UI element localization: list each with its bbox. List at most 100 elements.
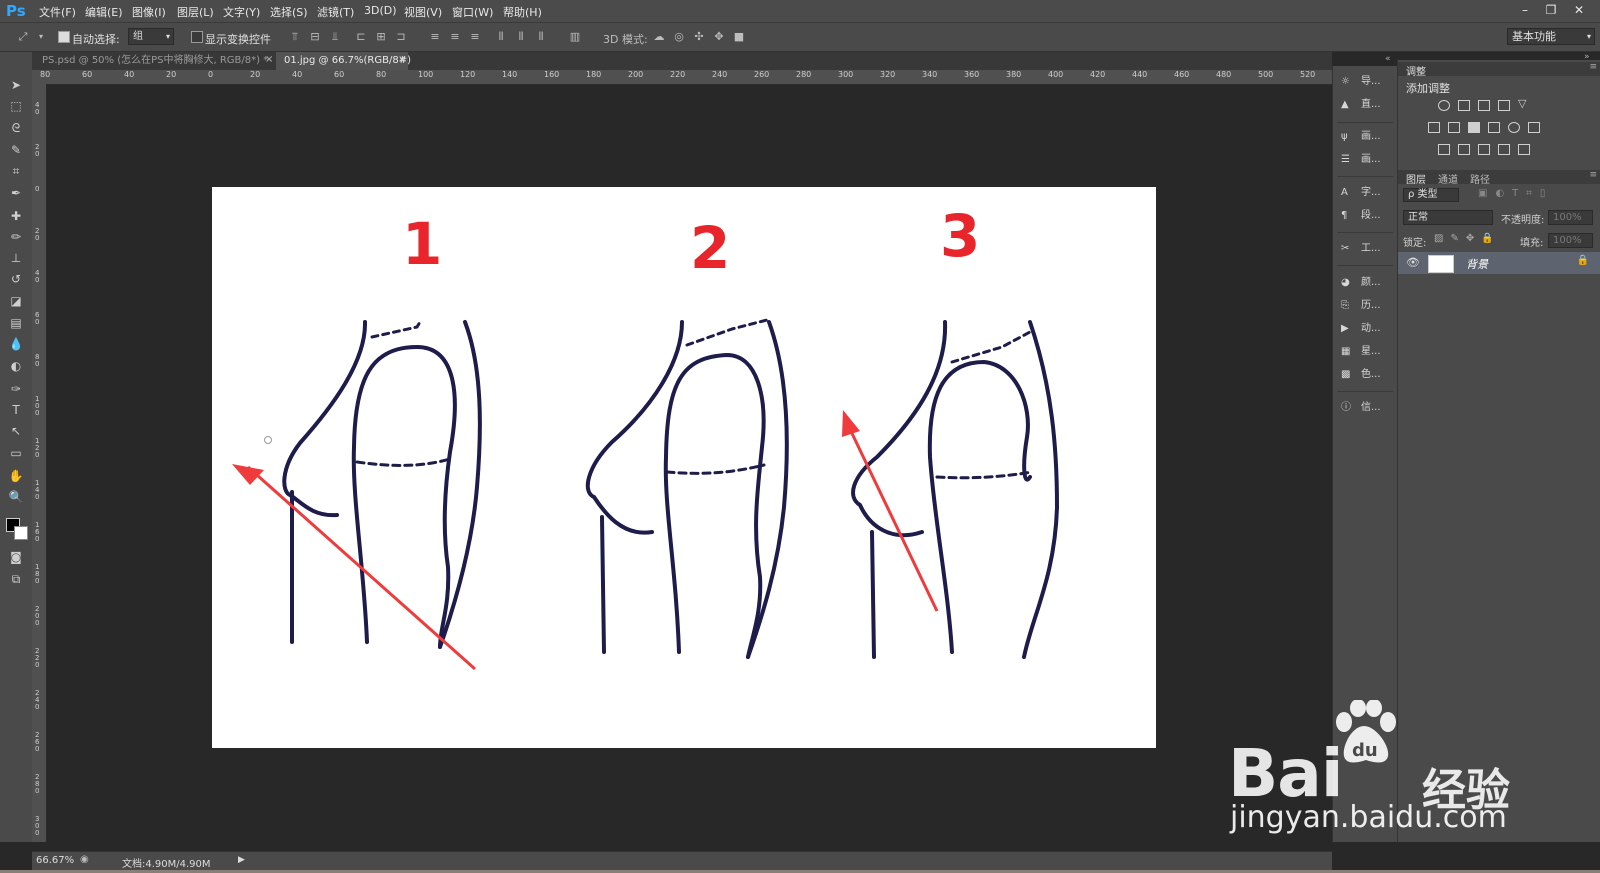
tab-01-jpg[interactable]: 01.jpg @ 66.7%(RGB/8#) [276,52,411,70]
close-icon[interactable]: × [398,54,406,65]
quick-select-tool-icon[interactable]: ✎ [6,141,26,159]
move-tool-icon[interactable]: ⤢ [16,30,30,44]
workspace-dropdown[interactable]: 基本功能 ▾ [1507,28,1595,45]
clone-stamp-tool-icon[interactable]: ⊥ [6,249,26,267]
panel-actions[interactable]: ▶ 动... [1341,319,1393,339]
distribute-bottom-icon[interactable]: ≡ [468,30,482,44]
hand-tool-icon[interactable]: ✋ [6,467,26,485]
close-icon[interactable]: × [265,54,273,65]
exposure-icon[interactable] [1498,100,1510,111]
brightness-icon[interactable] [1438,100,1450,111]
tab-paths[interactable]: 路径 [1470,171,1490,186]
shape-tool-icon[interactable]: ▭ [6,444,26,462]
zoom-tool-icon[interactable]: 🔍 [6,488,26,506]
menu-layer[interactable]: 图层(L) [177,4,214,20]
show-transform-checkbox[interactable] [191,31,203,43]
invert-icon[interactable] [1438,144,1450,155]
auto-select-dropdown[interactable]: 组 ▾ [128,28,174,45]
healing-brush-tool-icon[interactable]: ✚ [6,207,26,225]
distribute-top-icon[interactable]: ≡ [428,30,442,44]
panel-brush-settings[interactable]: ☰ 画... [1341,150,1393,170]
align-bottom-icon[interactable]: ⫫ [328,30,342,44]
panel-brush[interactable]: ψ 画... [1341,127,1393,147]
opacity-input[interactable]: 100% [1548,210,1593,225]
color-balance-icon[interactable] [1448,122,1460,133]
path-select-tool-icon[interactable]: ↖ [6,422,26,440]
tool-preset-chevron-icon[interactable]: ▾ [34,30,48,44]
menu-file[interactable]: 文件(F) [39,4,76,20]
slide-3d-icon[interactable]: ✥ [712,30,726,44]
close-window-button[interactable]: ✕ [1570,2,1588,18]
distribute-left-icon[interactable]: ⦀ [494,30,508,44]
align-right-icon[interactable]: ⊐ [394,30,408,44]
menu-type[interactable]: 文字(Y) [223,4,260,20]
brush-tool-icon[interactable]: ✏ [6,228,26,246]
distribute-vcenter-icon[interactable]: ≡ [448,30,462,44]
screen-mode-icon[interactable]: ⧉ [6,570,26,588]
collapse-icon[interactable]: » [1584,52,1590,62]
tab-ps-psd[interactable]: PS.psd @ 50% (怎么在PS中将胸修大, RGB/8*) * [34,52,274,70]
panel-menu-icon[interactable]: ≡ [1589,62,1597,72]
menu-edit[interactable]: 编辑(E) [85,4,123,20]
panel-swatches[interactable]: ▦ 星... [1341,342,1393,362]
roll-3d-icon[interactable]: ◎ [672,30,686,44]
align-vcenter-icon[interactable]: ⊟ [308,30,322,44]
vibrance-icon[interactable]: ▽ [1518,97,1526,110]
background-color-swatch[interactable] [14,526,28,540]
panel-color[interactable]: ◕ 颜... [1341,273,1393,293]
panel-history[interactable]: ⎘ 历... [1341,296,1393,316]
tab-adjustments[interactable]: 调整 [1406,63,1426,78]
panel-paragraph[interactable]: ¶ 段... [1341,206,1393,226]
curves-icon[interactable] [1478,100,1490,111]
quick-mask-icon[interactable]: ◙ [6,548,26,566]
orbit-3d-icon[interactable]: ☁ [652,30,666,44]
menu-view[interactable]: 视图(V) [404,4,442,20]
blend-mode-dropdown[interactable]: 正常 [1403,210,1493,225]
scale-3d-icon[interactable]: ■ [732,30,746,44]
menu-image[interactable]: 图像(I) [132,4,166,20]
menu-window[interactable]: 窗口(W) [452,4,493,20]
auto-select-checkbox[interactable] [58,31,70,43]
photo-filter-icon[interactable] [1488,122,1500,133]
tab-layers[interactable]: 图层 [1406,171,1426,186]
tab-channels[interactable]: 通道 [1438,171,1458,186]
export-icon[interactable]: ◉ [80,854,89,865]
crop-tool-icon[interactable]: ⌗ [6,162,26,180]
panel-character[interactable]: A 字... [1341,183,1393,203]
pen-tool-icon[interactable]: ✑ [6,380,26,398]
document-image[interactable]: 1 2 3 [212,187,1156,748]
posterize-icon[interactable] [1458,144,1470,155]
threshold-icon[interactable] [1478,144,1490,155]
levels-icon[interactable] [1458,100,1470,111]
collapse-icon[interactable]: « [1385,54,1391,64]
gradient-tool-icon[interactable]: ▤ [6,314,26,332]
layer-row[interactable]: 👁 背景 🔒 [1398,252,1600,274]
restore-button[interactable]: ❐ [1542,2,1560,18]
move-tool-icon[interactable]: ➤ [6,76,26,94]
menu-filter[interactable]: 滤镜(T) [317,4,354,20]
gradient-map-icon[interactable] [1518,144,1530,155]
minimize-button[interactable]: – [1516,2,1534,18]
distribute-right-icon[interactable]: ⦀ [534,30,548,44]
zoom-level[interactable]: 66.67% [36,855,74,866]
color-lookup-icon[interactable] [1528,122,1540,133]
blur-tool-icon[interactable]: 💧 [6,335,26,353]
black-white-icon[interactable] [1468,122,1480,133]
panel-navigator[interactable]: ☼ 导... [1341,72,1393,92]
hue-saturation-icon[interactable] [1428,122,1440,133]
dodge-tool-icon[interactable]: ◐ [6,357,26,375]
channel-mixer-icon[interactable] [1508,122,1520,133]
eye-icon[interactable]: 👁 [1406,256,1420,269]
panel-histogram[interactable]: ▲ 直... [1341,95,1393,115]
menu-help[interactable]: 帮助(H) [503,4,542,20]
lock-icons[interactable]: ▨✎✥🔒 [1434,233,1501,244]
type-tool-icon[interactable]: T [6,401,26,419]
align-hcenter-icon[interactable]: ⊞ [374,30,388,44]
auto-align-icon[interactable]: ▥ [568,30,582,44]
status-menu-arrow-icon[interactable]: ▶ [238,855,245,865]
panel-info[interactable]: ⓘ 信... [1341,398,1393,418]
layer-filter-icons[interactable]: ▣◐T⌗▯ [1478,188,1553,199]
panel-styles[interactable]: ▩ 色... [1341,365,1393,385]
align-left-icon[interactable]: ⊏ [354,30,368,44]
eyedropper-tool-icon[interactable]: ✒ [6,184,26,202]
